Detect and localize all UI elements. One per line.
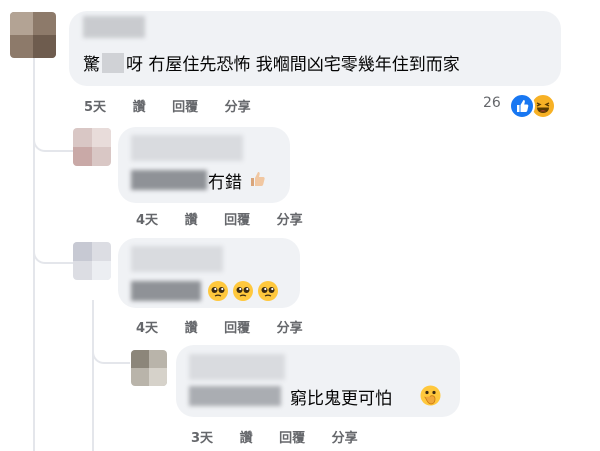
thread-connector-3 (33, 240, 73, 264)
avatar[interactable] (10, 12, 56, 58)
author-name-redacted[interactable] (83, 16, 145, 38)
pleading-face-emoji-icon (208, 281, 228, 301)
comment-time[interactable]: 4天 (136, 209, 158, 228)
hand-over-mouth-emoji-icon (420, 385, 441, 406)
comment-actions: 5天 讚 回覆 分享 (84, 96, 273, 115)
reply-button[interactable]: 回覆 (224, 209, 250, 228)
comment-actions: 3天 讚 回覆 分享 (191, 427, 380, 446)
share-button[interactable]: 分享 (225, 96, 251, 115)
like-button[interactable]: 讚 (185, 317, 198, 336)
pleading-face-emoji-icon (258, 281, 278, 301)
thread-line-sub (92, 300, 94, 451)
comment-time[interactable]: 5天 (84, 96, 106, 115)
comment-text: 窮比鬼更可怕 (290, 389, 392, 409)
avatar[interactable] (131, 350, 167, 386)
comment-text-start: 驚 (83, 55, 100, 75)
mentioned-name-redacted[interactable] (131, 170, 207, 190)
reply-button[interactable]: 回覆 (224, 317, 250, 336)
like-button[interactable]: 讚 (240, 427, 253, 446)
like-reaction-icon[interactable] (509, 93, 535, 119)
comment-time[interactable]: 4天 (136, 317, 158, 336)
comment-text: 驚 呀 冇屋住先恐怖 我嗰間凶宅零幾年住到而家 (83, 50, 460, 75)
comment-text-end: 呀 冇屋住先恐怖 我嗰間凶宅零幾年住到而家 (126, 55, 460, 75)
reaction-count[interactable]: 26 (483, 95, 501, 111)
author-name-redacted[interactable] (189, 354, 285, 380)
like-button[interactable]: 讚 (185, 209, 198, 228)
author-name-redacted[interactable] (131, 135, 243, 161)
thread-connector-2 (33, 128, 73, 152)
like-button[interactable]: 讚 (133, 96, 146, 115)
avatar[interactable] (73, 128, 111, 166)
comment-text: 冇錯 (208, 173, 242, 193)
mentioned-name-redacted[interactable] (189, 386, 281, 406)
comment-actions: 4天 讚 回覆 分享 (136, 209, 325, 228)
reply-button[interactable]: 回覆 (172, 96, 198, 115)
avatar[interactable] (73, 242, 111, 280)
thumbs-up-emoji-icon (248, 169, 268, 189)
redacted-word (102, 53, 124, 73)
author-name-redacted[interactable] (131, 246, 223, 272)
pleading-face-emoji-icon (233, 281, 253, 301)
share-button[interactable]: 分享 (277, 209, 303, 228)
comment-time[interactable]: 3天 (191, 427, 213, 446)
share-button[interactable]: 分享 (277, 317, 303, 336)
reply-button[interactable]: 回覆 (279, 427, 305, 446)
comment-actions: 4天 讚 回覆 分享 (136, 317, 325, 336)
pleading-emoji-group (207, 280, 279, 302)
thread-connector-4 (92, 340, 130, 364)
mentioned-name-redacted[interactable] (131, 281, 201, 301)
share-button[interactable]: 分享 (332, 427, 358, 446)
